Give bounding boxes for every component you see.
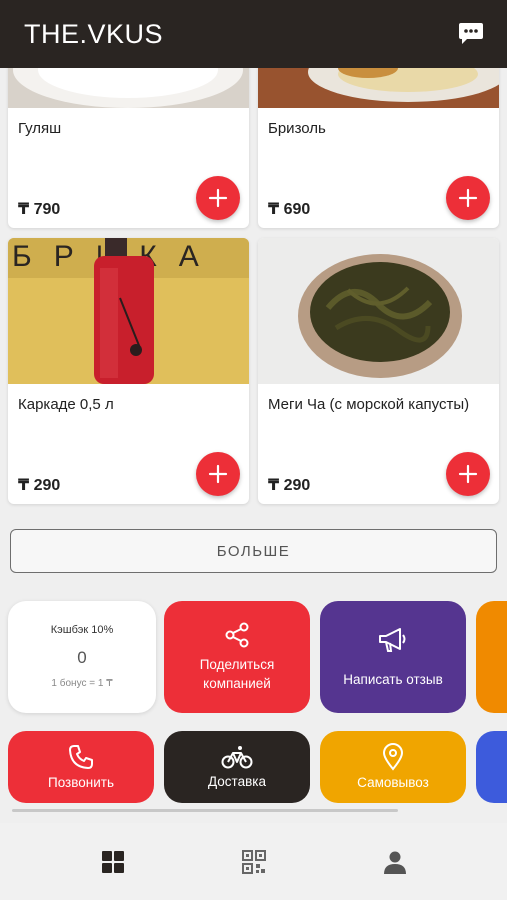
call-tile[interactable]: Позвонить — [8, 731, 154, 803]
product-name: Каркаде 0,5 л — [18, 396, 114, 413]
call-label: Позвонить — [48, 774, 114, 790]
qr-code-icon — [241, 849, 266, 874]
extra-tile[interactable] — [476, 731, 507, 803]
cashback-title: Кэшбэк 10% — [50, 624, 114, 636]
share-company-label: Поделиться компанией — [199, 657, 275, 691]
cashback-note: 1 бонус = 1 ₸ — [51, 678, 113, 689]
product-price: ₸ 690 — [268, 201, 311, 218]
plus-icon — [208, 188, 228, 208]
chat-button[interactable] — [457, 20, 485, 48]
nav-catalog[interactable] — [95, 844, 131, 880]
product-price: ₸ 790 — [18, 201, 61, 218]
bicycle-icon — [221, 745, 253, 768]
more-button[interactable]: БОЛЬШЕ — [10, 529, 497, 573]
add-to-cart-button[interactable] — [446, 176, 490, 220]
product-price: ₸ 290 — [268, 477, 311, 494]
product-card[interactable]: Гуляш ₸ 790 — [8, 68, 249, 228]
delivery-tile[interactable]: Доставка — [164, 731, 310, 803]
cashback-card[interactable]: Кэшбэк 10% 0 1 бонус = 1 ₸ — [8, 601, 156, 713]
product-card[interactable]: БРИКА Каркаде 0,5 л ₸ 290 — [8, 238, 249, 504]
nav-qr[interactable] — [236, 844, 272, 880]
product-price: ₸ 290 — [18, 477, 61, 494]
extra-tile[interactable] — [476, 601, 507, 713]
delivery-label: Доставка — [208, 773, 266, 789]
chat-bubble-icon — [459, 23, 483, 44]
product-image — [258, 238, 499, 384]
nav-profile[interactable] — [377, 844, 413, 880]
product-image — [258, 68, 499, 108]
grid-icon — [101, 850, 124, 873]
product-card[interactable]: Бризоль ₸ 690 — [258, 68, 499, 228]
write-review-label: Написать отзыв — [343, 671, 443, 687]
horizontal-scrollbar[interactable] — [12, 809, 398, 812]
brand-title: THE.VKUS — [24, 18, 164, 49]
share-icon — [225, 622, 249, 648]
product-name: Бризоль — [268, 120, 326, 137]
product-name: Меги Ча (с морской капусты) — [268, 396, 470, 413]
product-name: Гуляш — [18, 120, 62, 137]
location-pin-icon — [382, 742, 404, 771]
pickup-label: Самовывоз — [357, 774, 429, 790]
cashback-value: 0 — [77, 648, 87, 667]
product-card[interactable]: Меги Ча (с морской капусты) ₸ 290 — [258, 238, 499, 504]
add-to-cart-button[interactable] — [196, 452, 240, 496]
phone-icon — [69, 744, 93, 769]
pickup-tile[interactable]: Самовывоз — [320, 731, 466, 803]
add-to-cart-button[interactable] — [446, 452, 490, 496]
write-review-tile[interactable]: Написать отзыв — [320, 601, 466, 713]
app-header: THE.VKUS — [0, 0, 507, 68]
bottom-navigation — [0, 823, 507, 900]
user-icon — [383, 851, 406, 874]
share-company-tile[interactable]: Поделиться компанией — [164, 601, 310, 713]
plus-icon — [458, 464, 478, 484]
plus-icon — [458, 188, 478, 208]
megaphone-icon — [379, 627, 406, 652]
main-content: Гуляш ₸ 790 Бризоль ₸ 690 Б — [0, 68, 507, 823]
plus-icon — [208, 464, 228, 484]
add-to-cart-button[interactable] — [196, 176, 240, 220]
product-image — [8, 68, 249, 108]
product-image: БРИКА — [8, 238, 249, 384]
